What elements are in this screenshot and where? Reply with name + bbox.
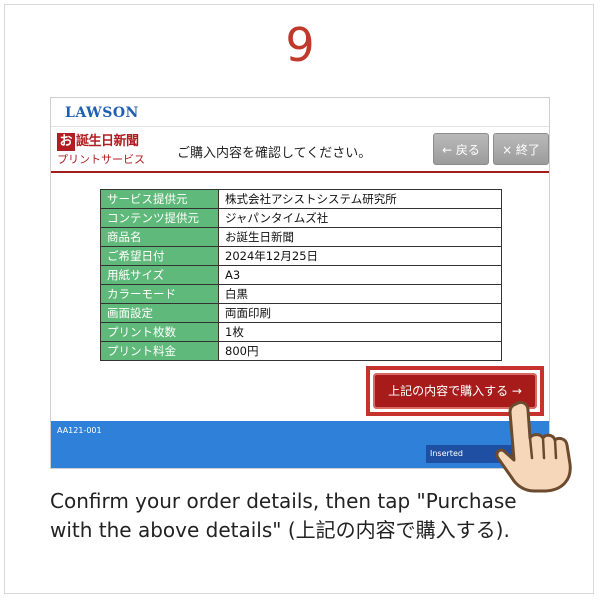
back-button[interactable]: ← 戻る	[433, 133, 489, 165]
detail-label: 用紙サイズ	[100, 265, 219, 285]
brand-bar: LAWSON	[51, 98, 549, 127]
detail-value: A3	[218, 265, 502, 285]
logo-subtitle: プリントサービス	[57, 153, 145, 166]
detail-value: ジャパンタイムズ社	[218, 208, 502, 228]
detail-label: コンテンツ提供元	[100, 208, 219, 228]
order-details-table: サービス提供元 株式会社アシストシステム研究所 コンテンツ提供元 ジャパンタイムズ社商…	[100, 189, 502, 361]
table-row: サービス提供元 株式会社アシストシステム研究所	[100, 189, 502, 209]
table-row: プリント枚数 1枚	[100, 322, 502, 342]
table-row: 商品名 お誕生日新聞	[100, 227, 502, 247]
detail-label: ご希望日付	[100, 246, 219, 266]
detail-value: 1枚	[218, 322, 502, 342]
table-row: 画面設定 両面印刷	[100, 303, 502, 323]
detail-label: カラーモード	[100, 284, 219, 304]
detail-value: 2024年12月25日	[218, 246, 502, 266]
bottom-bar: AA121-001 Inserted	[51, 421, 549, 468]
table-row: 用紙サイズ A3	[100, 265, 502, 285]
end-button[interactable]: × 終了	[493, 133, 549, 165]
detail-value: 両面印刷	[218, 303, 502, 323]
table-row: コンテンツ提供元 ジャパンタイムズ社	[100, 208, 502, 228]
screen-code: AA121-001	[57, 426, 102, 435]
detail-label: プリント料金	[100, 341, 219, 361]
logo-name: 誕生日新聞	[76, 134, 139, 149]
pointing-hand-icon	[495, 400, 572, 493]
page-heading: ご購入内容を確認してください。	[177, 146, 372, 161]
detail-value: 白黒	[218, 284, 502, 304]
service-logo: お 誕生日新聞 プリントサービス	[57, 133, 157, 167]
service-header: お 誕生日新聞 プリントサービス ご購入内容を確認してください。 ← 戻る × …	[51, 127, 549, 173]
detail-label: プリント枚数	[100, 322, 219, 342]
lawson-logo: LAWSON	[65, 105, 139, 121]
instruction-text: Confirm your order details, then tap "Pu…	[50, 489, 517, 542]
detail-value: お誕生日新聞	[218, 227, 502, 247]
logo-mark: お	[57, 133, 75, 151]
detail-label: 商品名	[100, 227, 219, 247]
table-row: プリント料金 800円	[100, 341, 502, 361]
detail-label: サービス提供元	[100, 189, 219, 209]
detail-value: 800円	[218, 341, 502, 361]
kiosk-screen: LAWSON お 誕生日新聞 プリントサービス ご購入内容を確認してください。 …	[50, 97, 550, 469]
table-row: ご希望日付 2024年12月25日	[100, 246, 502, 266]
detail-value: 株式会社アシストシステム研究所	[218, 189, 502, 209]
step-number: 9	[285, 18, 315, 72]
detail-label: 画面設定	[100, 303, 219, 323]
table-row: カラーモード 白黒	[100, 284, 502, 304]
